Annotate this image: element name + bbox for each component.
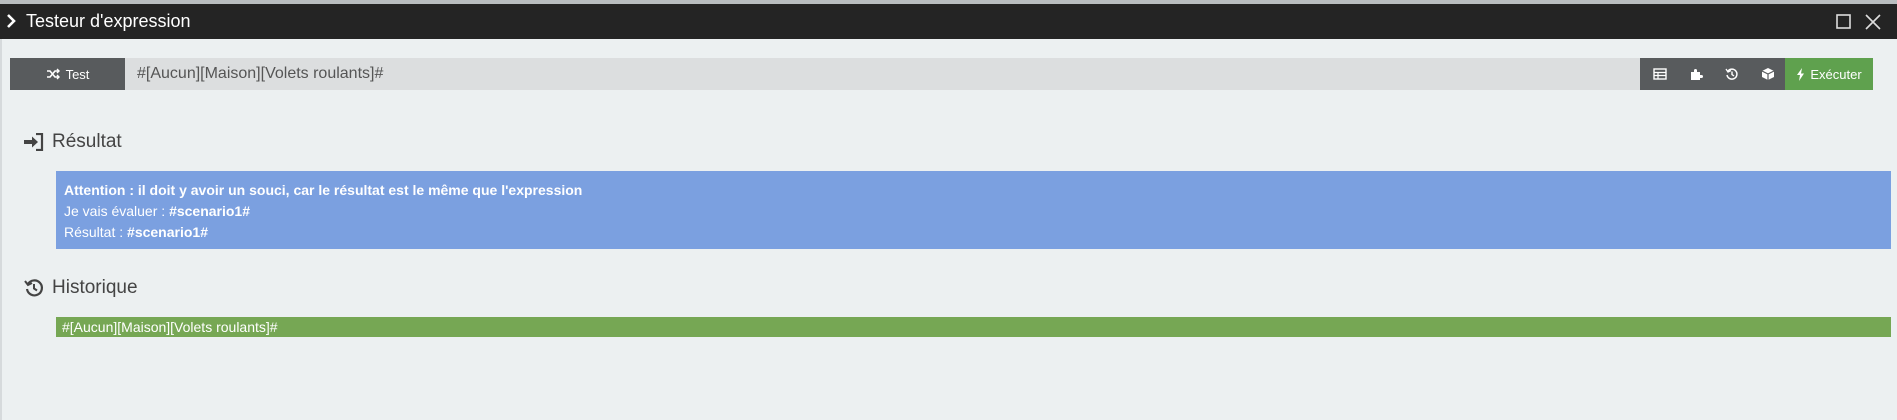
bolt-icon — [1797, 67, 1805, 81]
maximize-icon[interactable] — [1834, 12, 1854, 32]
result-alert: Attention : il doit y avoir un souci, ca… — [56, 171, 1891, 249]
window-title: Testeur d'expression — [26, 11, 191, 31]
history-icon — [24, 279, 44, 297]
table-button[interactable] — [1642, 58, 1678, 90]
shuffle-icon — [46, 68, 60, 80]
test-button-label: Test — [65, 66, 90, 82]
history-section-header: Historique — [24, 277, 138, 299]
test-button[interactable]: Test — [10, 58, 125, 90]
puzzle-button[interactable] — [1678, 58, 1714, 90]
result-warning: Attention : il doit y avoir un souci, ca… — [64, 182, 583, 198]
result-section-header: Résultat — [24, 131, 122, 153]
evaluate-label: Je vais évaluer : — [64, 203, 166, 219]
puzzle-icon — [1691, 69, 1703, 80]
tool-button-group — [1640, 58, 1790, 90]
window-titlebar: Testeur d'expression — [0, 4, 1897, 39]
execute-button[interactable]: Exécuter — [1785, 58, 1873, 90]
result-heading: Résultat — [52, 131, 122, 152]
history-icon — [1725, 68, 1738, 80]
sign-in-icon — [24, 133, 44, 151]
history-heading: Historique — [52, 277, 138, 298]
evaluate-value: #scenario1# — [169, 203, 251, 219]
result-label: Résultat : — [64, 224, 124, 240]
history-button[interactable] — [1714, 58, 1750, 90]
expression-input[interactable] — [125, 58, 1650, 90]
close-icon[interactable] — [1863, 12, 1883, 32]
cube-button[interactable] — [1750, 58, 1786, 90]
expression-toolbar: Test #[Aucun][Maison][Volets roulants]# … — [10, 58, 1890, 90]
history-item[interactable]: #[Aucun][Maison][Volets roulants]# — [56, 317, 1891, 337]
result-value: #scenario1# — [127, 224, 208, 240]
cube-icon — [1761, 68, 1775, 80]
execute-button-label: Exécuter — [1810, 66, 1862, 82]
table-icon — [1653, 68, 1667, 80]
chevron-right-icon[interactable] — [5, 13, 17, 29]
